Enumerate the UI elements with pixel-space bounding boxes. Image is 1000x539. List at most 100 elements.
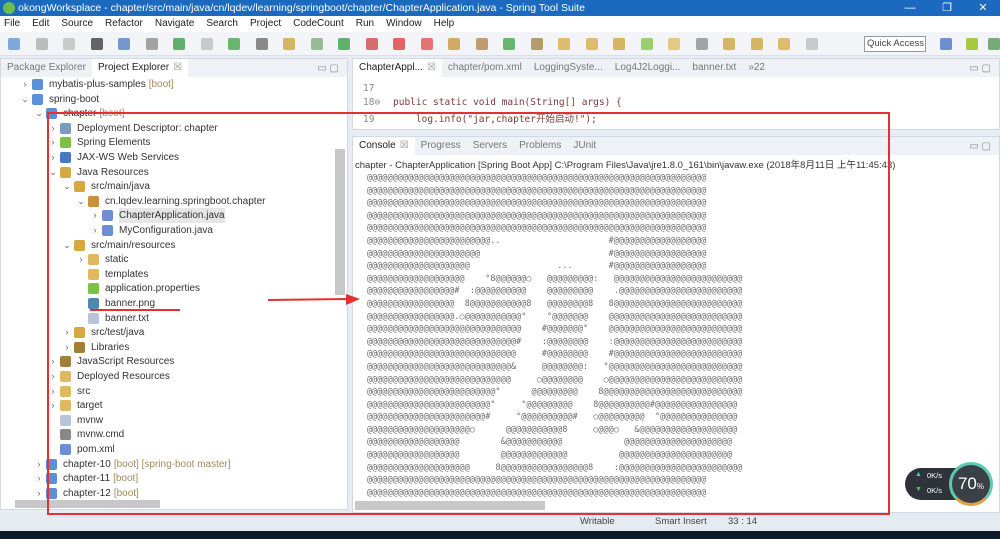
tree-item[interactable]: › src/test/java (1, 325, 331, 340)
toolbar-button-icon[interactable] (695, 38, 708, 50)
toolbar-button-icon[interactable] (503, 38, 515, 50)
toolbar-button-icon[interactable] (200, 38, 213, 50)
toolbar-button-icon[interactable] (475, 38, 488, 50)
toolbar-button-icon[interactable] (558, 38, 570, 50)
toolbar-button-icon[interactable] (118, 38, 130, 50)
quick-access-input[interactable]: Quick Access (864, 36, 926, 52)
chevron-right-icon[interactable]: › (20, 77, 30, 92)
close-tab-icon[interactable]: ☒ (400, 140, 409, 151)
open-perspective-icon[interactable] (940, 38, 952, 50)
tree-item[interactable]: › Libraries (1, 340, 331, 355)
tree-item[interactable]: ⌄ spring-boot (1, 92, 331, 107)
chevron-right-icon[interactable]: › (34, 486, 44, 501)
menu-window[interactable]: Window (386, 16, 422, 32)
chevron-right-icon[interactable]: › (48, 369, 58, 384)
editor-tab[interactable]: banner.txt (686, 59, 742, 77)
minimize-maximize-icons[interactable]: ▭ ▢ (969, 141, 991, 152)
console-tab[interactable]: Servers (467, 137, 513, 155)
menu-codecount[interactable]: CodeCount (293, 16, 344, 32)
toolbar-button-icon[interactable] (8, 38, 20, 50)
console-tab[interactable]: JUnit (567, 137, 602, 155)
toolbar-button-icon[interactable] (173, 38, 185, 50)
toolbar-button-icon[interactable] (365, 38, 378, 50)
chevron-right-icon[interactable]: › (62, 325, 72, 340)
chevron-down-icon[interactable]: ⌄ (62, 179, 72, 194)
menu-source[interactable]: Source (61, 16, 93, 32)
tree-item[interactable]: › target (1, 398, 331, 413)
close-tab-icon[interactable]: ☒ (173, 62, 182, 73)
menu-help[interactable]: Help (434, 16, 455, 32)
chevron-right-icon[interactable]: › (48, 150, 58, 165)
toolbar-button-icon[interactable] (420, 38, 433, 50)
menu-refactor[interactable]: Refactor (105, 16, 143, 32)
chevron-right-icon[interactable]: › (48, 354, 58, 369)
minimize-maximize-icons[interactable]: ▭ ▢ (969, 63, 991, 74)
tree-item[interactable]: mvnw.cmd (1, 427, 331, 442)
menu-navigate[interactable]: Navigate (155, 16, 194, 32)
toolbar-button-icon[interactable] (145, 38, 158, 50)
chevron-right-icon[interactable]: › (48, 398, 58, 413)
tree-item[interactable]: › chapter-12 [boot] (1, 486, 331, 501)
toolbar-button-icon[interactable] (310, 38, 323, 50)
toolbar-button-icon[interactable] (723, 38, 735, 50)
menu-search[interactable]: Search (206, 16, 238, 32)
toolbar-button-icon[interactable] (750, 38, 763, 50)
vertical-scrollbar-thumb[interactable] (335, 149, 345, 295)
chevron-right-icon[interactable]: › (76, 252, 86, 267)
menu-run[interactable]: Run (356, 16, 374, 32)
tree-item[interactable]: › chapter-11 [boot] (1, 471, 331, 486)
editor-tab[interactable]: chapter/pom.xml (442, 59, 528, 77)
tree-item[interactable]: ⌄ chapter [boot] (1, 106, 331, 121)
tree-item[interactable]: › Deployment Descriptor: chapter (1, 121, 331, 136)
console-tab[interactable]: Problems (513, 137, 567, 155)
chevron-down-icon[interactable]: ⌄ (62, 238, 72, 253)
toolbar-button-icon[interactable] (805, 38, 818, 50)
tree-item[interactable]: › MyConfiguration.java (1, 223, 331, 238)
chevron-right-icon[interactable]: › (48, 135, 58, 150)
tree-item[interactable]: › ChapterApplication.java (1, 208, 331, 224)
maximize-button[interactable]: ❐ (932, 0, 962, 16)
toolbar-button-icon[interactable] (613, 38, 625, 50)
console-horizontal-scrollbar[interactable] (355, 501, 545, 510)
menu-edit[interactable]: Edit (32, 16, 49, 32)
toolbar-button-icon[interactable] (778, 38, 790, 50)
debug-perspective-icon[interactable] (988, 38, 1000, 50)
toolbar-button-icon[interactable] (668, 38, 680, 50)
chevron-right-icon[interactable]: › (90, 208, 100, 223)
tree-item[interactable]: › Spring Elements (1, 135, 331, 150)
chevron-right-icon[interactable]: › (34, 457, 44, 472)
tree-item[interactable]: banner.txt (1, 311, 331, 326)
tree-item[interactable]: ⌄ src/main/resources (1, 238, 331, 253)
chevron-right-icon[interactable]: › (62, 340, 72, 355)
horizontal-scrollbar-thumb[interactable] (15, 500, 160, 508)
tree-item[interactable]: › src (1, 384, 331, 399)
chevron-right-icon[interactable]: › (48, 121, 58, 136)
editor-tab[interactable]: »22 (742, 59, 771, 77)
spring-perspective-icon[interactable] (966, 38, 978, 50)
explorer-tab[interactable]: Project Explorer ☒ (91, 59, 189, 77)
editor-tab[interactable]: LoggingSyste... (528, 59, 609, 77)
tree-item[interactable]: templates (1, 267, 331, 282)
tree-item[interactable]: › JAX-WS Web Services (1, 150, 331, 165)
minimize-maximize-icons[interactable]: ▭ ▢ (317, 63, 339, 74)
tree-item[interactable]: mvnw (1, 413, 331, 428)
tree-item[interactable]: ⌄ cn.lqdev.learning.springboot.chapter (1, 194, 331, 209)
toolbar-button-icon[interactable] (90, 38, 103, 50)
toolbar-button-icon[interactable] (448, 38, 460, 50)
minimize-button[interactable]: — (895, 0, 925, 16)
close-tab-icon[interactable]: ☒ (427, 62, 436, 73)
toolbar-button-icon[interactable] (338, 38, 350, 50)
menu-file[interactable]: File (4, 16, 20, 32)
tree-item[interactable]: ⌄ Java Resources (1, 165, 331, 180)
tree-item[interactable]: ⌄ src/main/java (1, 179, 331, 194)
explorer-tab[interactable]: Package Explorer (1, 59, 92, 77)
toolbar-button-icon[interactable] (283, 38, 295, 50)
chevron-right-icon[interactable]: › (90, 223, 100, 238)
toolbar-button-icon[interactable] (255, 38, 268, 50)
toolbar-button-icon[interactable] (530, 38, 543, 50)
toolbar-button-icon[interactable] (640, 38, 653, 50)
chevron-down-icon[interactable]: ⌄ (20, 92, 30, 107)
chevron-down-icon[interactable]: ⌄ (48, 165, 58, 180)
chevron-down-icon[interactable]: ⌄ (34, 106, 44, 121)
editor-tab[interactable]: ChapterAppl... ☒ (353, 59, 442, 77)
